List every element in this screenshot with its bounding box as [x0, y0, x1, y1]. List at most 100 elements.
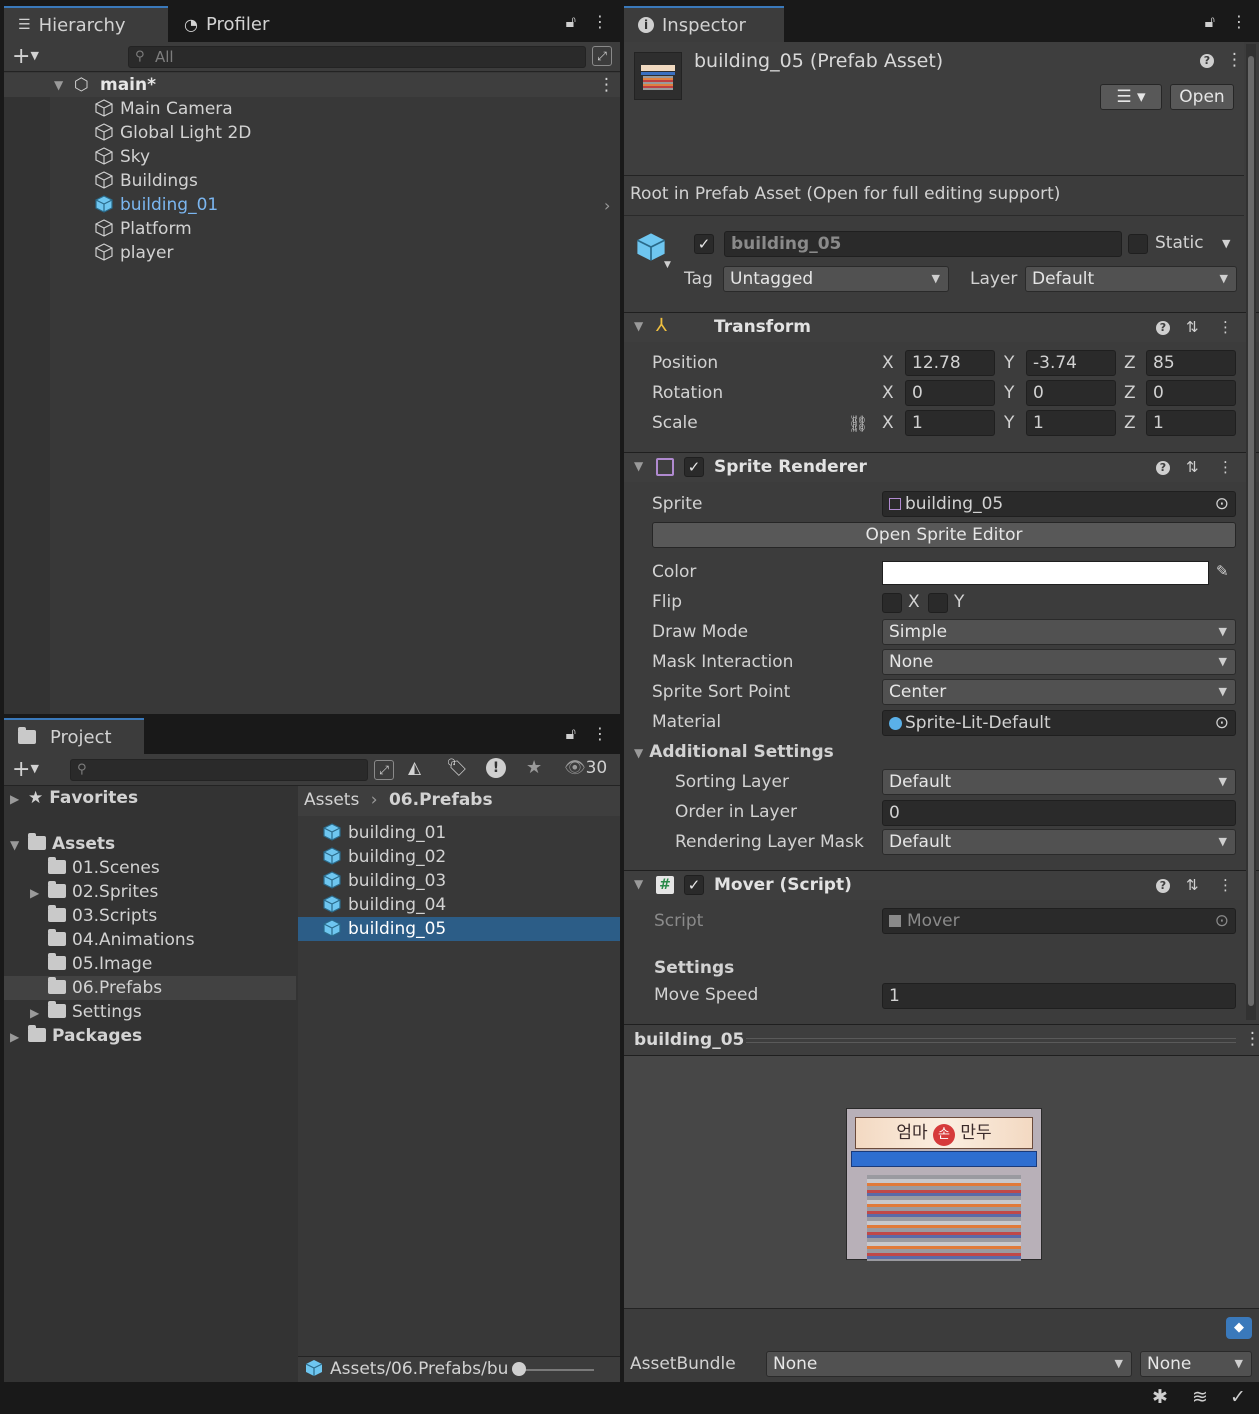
tab-inspector[interactable]: i Inspector: [624, 6, 784, 42]
component-menu-icon[interactable]: ⋮: [1218, 318, 1233, 336]
help-icon[interactable]: ?: [1156, 461, 1170, 475]
project-search-input[interactable]: ⚲: [70, 759, 368, 781]
breadcrumb-current[interactable]: 06.Prefabs: [389, 790, 493, 810]
eyedropper-icon[interactable]: ✎: [1216, 562, 1229, 580]
tab-profiler[interactable]: ◔ Profiler: [170, 6, 283, 42]
search-window-icon[interactable]: ⤢: [374, 760, 394, 780]
sorting-layer-dropdown[interactable]: Default: [882, 769, 1236, 795]
draw-mode-dropdown[interactable]: Simple: [882, 619, 1236, 645]
transform-scale-x-field[interactable]: 1: [905, 410, 995, 436]
hierarchy-item[interactable]: player: [94, 241, 173, 265]
tree-folder[interactable]: ▶ 02.Sprites: [4, 880, 296, 904]
presets-icon[interactable]: ⇅: [1186, 876, 1199, 894]
object-picker-icon[interactable]: ⊙: [1215, 492, 1229, 516]
check-circle-icon[interactable]: ✓: [1230, 1386, 1246, 1408]
component-menu-icon[interactable]: ⋮: [1218, 458, 1233, 476]
help-icon[interactable]: ?: [1156, 879, 1170, 893]
color-swatch[interactable]: [882, 561, 1209, 585]
transform-position-x-field[interactable]: 12.78: [905, 350, 995, 376]
additional-settings-foldout[interactable]: ▼ Additional Settings: [634, 742, 834, 762]
hierarchy-item[interactable]: Platform: [94, 217, 192, 241]
hidden-packages-counter[interactable]: 👁︎30: [564, 758, 607, 778]
transform-header[interactable]: ▼ ⅄ Transform ? ⇅ ⋮: [624, 312, 1259, 342]
axis-x-label[interactable]: X: [882, 353, 894, 373]
axis-x-label[interactable]: X: [882, 413, 894, 433]
tab-hierarchy[interactable]: ☰ Hierarchy: [4, 6, 168, 42]
axis-z-label[interactable]: Z: [1124, 413, 1136, 433]
file-item[interactable]: building_02: [298, 845, 620, 869]
search-options-icon[interactable]: ⤢: [592, 46, 612, 66]
move-speed-field[interactable]: 1: [882, 983, 1236, 1009]
axis-y-label[interactable]: Y: [1004, 413, 1014, 433]
preview-menu-icon[interactable]: ⋮: [1244, 1029, 1259, 1049]
axis-y-label[interactable]: Y: [1004, 353, 1014, 373]
foldout-icon[interactable]: ▶: [30, 1001, 48, 1025]
favorite-star-icon[interactable]: ★: [526, 757, 542, 778]
hierarchy-item[interactable]: Global Light 2D: [94, 121, 251, 145]
filter-by-label-icon[interactable]: 🏷︎: [446, 758, 468, 778]
preview-drag-handle[interactable]: [746, 1038, 1236, 1043]
tree-folder[interactable]: 05.Image: [4, 952, 296, 976]
transform-scale-z-field[interactable]: 1: [1146, 410, 1236, 436]
axis-z-label[interactable]: Z: [1124, 353, 1136, 373]
object-picker-icon[interactable]: ⊙: [1215, 711, 1229, 735]
foldout-icon[interactable]: ▼: [634, 877, 643, 891]
scene-menu-icon[interactable]: ⋮: [598, 73, 615, 97]
inspector-scrollbar[interactable]: [1246, 44, 1256, 1020]
tree-assets[interactable]: ▼ Assets: [4, 832, 115, 856]
unlink-scale-icon[interactable]: ⛓︎: [848, 414, 868, 433]
active-checkbox[interactable]: ✓: [694, 234, 714, 254]
assetbundle-variant-dropdown[interactable]: None: [1140, 1351, 1252, 1377]
label-tag-icon[interactable]: ◆: [1226, 1317, 1252, 1339]
search-input[interactable]: ⚲ All: [128, 46, 586, 68]
lock-icon[interactable]: 🔓︎: [566, 724, 576, 744]
transform-scale-y-field[interactable]: 1: [1026, 410, 1116, 436]
file-item[interactable]: building_03: [298, 869, 620, 893]
open-prefab-button[interactable]: Open: [1170, 84, 1234, 110]
layer-dropdown[interactable]: Default: [1025, 266, 1237, 292]
file-item[interactable]: building_01: [298, 821, 620, 845]
filter-by-type-icon[interactable]: ◭: [408, 758, 421, 778]
mover-enabled-checkbox[interactable]: ✓: [684, 875, 704, 895]
tree-folder[interactable]: ▶ Settings: [4, 1000, 296, 1024]
open-sprite-editor-button[interactable]: Open Sprite Editor: [652, 522, 1236, 548]
sprite-field[interactable]: building_05 ⊙: [882, 491, 1236, 517]
sprite-sort-point-dropdown[interactable]: Center: [882, 679, 1236, 705]
cache-server-icon[interactable]: ≋: [1192, 1386, 1208, 1408]
transform-rotation-y-field[interactable]: 0: [1026, 380, 1116, 406]
kebab-menu-icon[interactable]: ⋮: [1231, 12, 1247, 32]
foldout-icon[interactable]: ▼: [634, 459, 643, 473]
mask-interaction-dropdown[interactable]: None: [882, 649, 1236, 675]
tree-folder[interactable]: 03.Scripts: [4, 904, 296, 928]
help-icon[interactable]: ?: [1200, 54, 1214, 68]
axis-z-label[interactable]: Z: [1124, 383, 1136, 403]
tree-folder[interactable]: 01.Scenes: [4, 856, 296, 880]
flip-y-checkbox[interactable]: [928, 593, 948, 613]
order-in-layer-field[interactable]: 0: [882, 800, 1236, 826]
presets-icon[interactable]: ⇅: [1186, 318, 1199, 336]
static-checkbox[interactable]: [1128, 234, 1148, 254]
chevron-right-icon[interactable]: ›: [604, 196, 610, 215]
add-button[interactable]: +▼: [12, 44, 39, 69]
transform-rotation-x-field[interactable]: 0: [905, 380, 995, 406]
flip-x-checkbox[interactable]: [882, 593, 902, 613]
hierarchy-item[interactable]: Main Camera: [94, 97, 233, 121]
hierarchy-item[interactable]: Sky: [94, 145, 150, 169]
kebab-menu-icon[interactable]: ⋮: [592, 12, 608, 32]
zoom-slider[interactable]: [518, 1369, 594, 1371]
tag-dropdown[interactable]: Untagged: [723, 266, 949, 292]
lock-icon[interactable]: 🔓︎: [566, 12, 576, 32]
add-asset-button[interactable]: +▼: [12, 757, 39, 782]
transform-rotation-z-field[interactable]: 0: [1146, 380, 1236, 406]
material-field[interactable]: Sprite-Lit-Default ⊙: [882, 710, 1236, 736]
axis-y-label[interactable]: Y: [1004, 383, 1014, 403]
help-icon[interactable]: ?: [1156, 321, 1170, 335]
asset-menu-icon[interactable]: ⋮: [1226, 50, 1243, 70]
hierarchy-item[interactable]: Buildings: [94, 169, 198, 193]
assetbundle-dropdown[interactable]: None: [766, 1351, 1132, 1377]
tree-packages[interactable]: ▶ Packages: [4, 1024, 142, 1048]
transform-position-z-field[interactable]: 85: [1146, 350, 1236, 376]
presets-icon[interactable]: ⇅: [1186, 458, 1199, 476]
zoom-slider-thumb[interactable]: [512, 1362, 526, 1376]
tree-folder[interactable]: 04.Animations: [4, 928, 296, 952]
